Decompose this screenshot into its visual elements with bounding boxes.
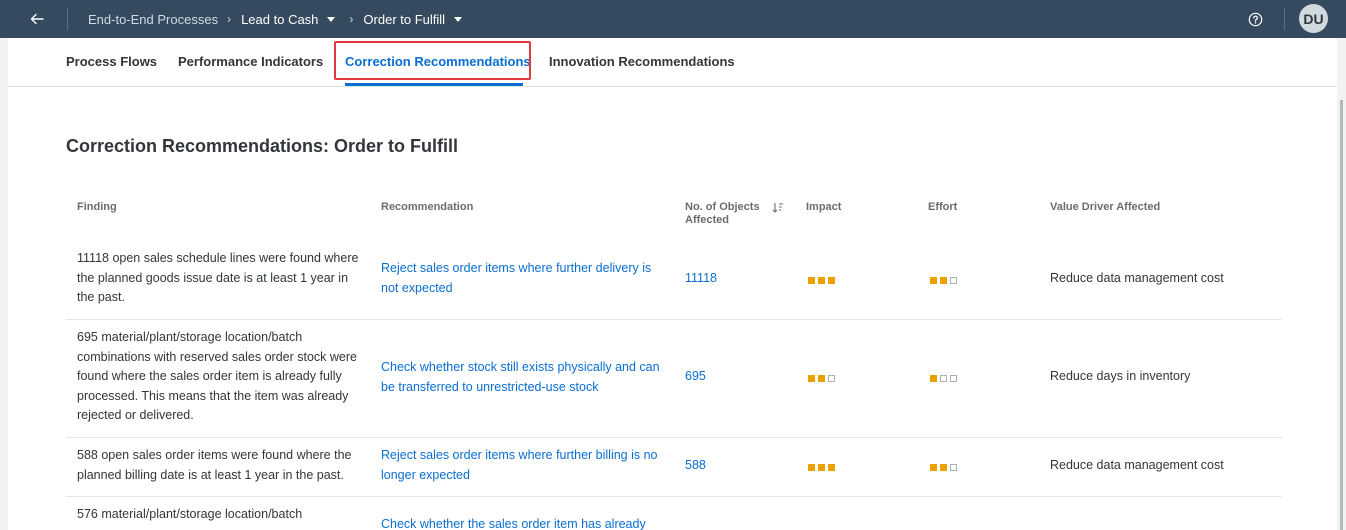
tab-bar: Process Flows Performance Indicators Cor… <box>8 38 1337 87</box>
effort-rating <box>930 277 957 284</box>
rating-square-filled <box>818 464 825 471</box>
rating-square-filled <box>930 375 937 382</box>
page-title: Correction Recommendations: Order to Ful… <box>66 136 459 156</box>
page-content: Process Flows Performance Indicators Cor… <box>8 38 1337 530</box>
rating-square-filled <box>940 277 947 284</box>
column-header-objects-affected[interactable]: No. of Objects Affected <box>685 201 765 227</box>
breadcrumb-root-link[interactable]: End-to-End Processes <box>88 12 218 27</box>
objects-affected-link[interactable]: 695 <box>685 367 706 387</box>
scrollbar-thumb[interactable] <box>1340 100 1343 530</box>
recommendation-link[interactable]: Reject sales order items where further d… <box>381 259 666 298</box>
value-driver-text: Reduce data management cost <box>1050 458 1224 472</box>
recommendation-link[interactable]: Check whether stock still exists physica… <box>381 358 671 397</box>
breadcrumb: End-to-End Processes › Lead to Cash › Or… <box>88 0 463 38</box>
table-header: Finding Recommendation No. of Objects Af… <box>66 188 1282 238</box>
rating-square-empty <box>950 277 957 284</box>
breadcrumb-lead-to-cash-label: Lead to Cash <box>241 11 319 27</box>
breadcrumb-separator-icon: › <box>227 12 232 26</box>
breadcrumb-separator-icon: › <box>349 12 354 26</box>
shell-divider <box>1284 8 1285 30</box>
objects-affected-link[interactable]: 588 <box>685 456 706 476</box>
rating-square-filled <box>808 375 815 382</box>
value-driver-text: Reduce data management cost <box>1050 271 1224 285</box>
impact-rating <box>808 277 835 284</box>
objects-affected-link[interactable]: 11118 <box>685 269 717 289</box>
sort-descending-icon[interactable] <box>772 202 784 214</box>
breadcrumb-order-to-fulfill-menu[interactable]: Order to Fulfill <box>363 11 463 27</box>
rating-square-empty <box>950 464 957 471</box>
effort-rating <box>930 375 957 382</box>
rating-square-filled <box>818 277 825 284</box>
finding-text: 576 material/plant/storage location/batc… <box>77 507 303 521</box>
tab-innovation-recommendations[interactable]: Innovation Recommendations <box>549 38 735 86</box>
table-row[interactable]: 588 open sales order items were found wh… <box>66 438 1282 497</box>
impact-rating <box>808 375 835 382</box>
breadcrumb-lead-to-cash-menu[interactable]: Lead to Cash <box>241 11 336 27</box>
column-header-impact: Impact <box>806 201 842 213</box>
effort-rating <box>930 464 957 471</box>
help-button[interactable] <box>1243 7 1267 31</box>
back-button[interactable] <box>18 0 56 38</box>
table-row[interactable]: 11118 open sales schedule lines were fou… <box>66 239 1282 320</box>
active-tab-indicator <box>345 83 523 86</box>
recommendation-link[interactable]: Check whether the sales order item has a… <box>381 515 671 530</box>
rating-square-filled <box>808 277 815 284</box>
finding-text: 695 material/plant/storage location/batc… <box>77 330 357 422</box>
rating-square-filled <box>818 375 825 382</box>
table-row[interactable]: 695 material/plant/storage location/batc… <box>66 320 1282 438</box>
table-row[interactable]: 576 material/plant/storage location/batc… <box>66 497 1282 530</box>
column-header-effort: Effort <box>928 201 958 213</box>
finding-text: 588 open sales order items were found wh… <box>77 448 352 482</box>
column-header-finding: Finding <box>77 201 117 213</box>
caret-down-icon <box>327 16 336 22</box>
caret-down-icon <box>454 16 463 22</box>
rating-square-filled <box>930 277 937 284</box>
breadcrumb-order-to-fulfill-label: Order to Fulfill <box>363 11 446 27</box>
highlight-box <box>334 41 531 80</box>
column-header-value-driver: Value Driver Affected <box>1050 201 1161 213</box>
rating-square-filled <box>940 464 947 471</box>
shell-divider <box>67 8 68 30</box>
rating-square-filled <box>808 464 815 471</box>
user-avatar[interactable]: DU <box>1299 4 1328 33</box>
rating-square-filled <box>828 277 835 284</box>
impact-rating <box>808 464 835 471</box>
arrow-left-icon <box>30 13 44 25</box>
value-driver-text: Reduce days in inventory <box>1050 369 1191 383</box>
rating-square-empty <box>828 375 835 382</box>
help-icon <box>1248 12 1262 26</box>
tab-process-flows[interactable]: Process Flows <box>66 38 157 86</box>
rating-square-empty <box>940 375 947 382</box>
finding-text: 11118 open sales schedule lines were fou… <box>77 251 359 304</box>
column-header-recommendation: Recommendation <box>381 201 474 213</box>
rating-square-filled <box>930 464 937 471</box>
rating-square-filled <box>828 464 835 471</box>
recommendation-link[interactable]: Reject sales order items where further b… <box>381 446 671 485</box>
tab-performance-indicators[interactable]: Performance Indicators <box>178 38 323 86</box>
rating-square-empty <box>950 375 957 382</box>
shell-bar: End-to-End Processes › Lead to Cash › Or… <box>0 0 1346 38</box>
